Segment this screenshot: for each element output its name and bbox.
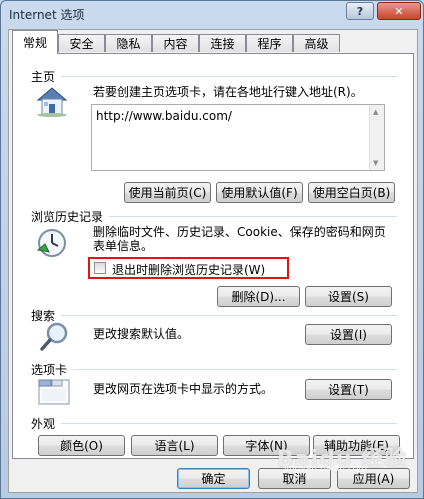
baidu-watermark-url: jingyan.baidu.com (284, 464, 368, 474)
use-blank-button[interactable]: 使用空白页(B) (308, 182, 395, 203)
history-clock-icon (36, 229, 66, 257)
search-separator (61, 315, 397, 316)
home-section-title: 主页 (31, 70, 56, 84)
scroll-down-icon[interactable]: ▼ (373, 159, 378, 167)
delete-on-exit-checkbox[interactable] (94, 262, 106, 274)
home-instruction: 若要创建主页选项卡，请在各地址行键入地址(R)。 (93, 85, 363, 99)
tabs-description: 更改网页在选项卡中显示的方式。 (93, 382, 274, 396)
internet-options-window: Internet 选项 ? ✕ 常规 安全 隐私 内容 连接 程序 高级 主页 (0, 0, 424, 499)
tab-general[interactable]: 常规 (12, 30, 58, 54)
title-bar[interactable]: Internet 选项 ? ✕ (1, 1, 423, 27)
textarea-scrollbar[interactable]: ▲ ▼ (369, 105, 384, 170)
history-description-line1: 删除临时文件、历史记录、Cookie、保存的密码和网页 (93, 225, 386, 239)
help-button[interactable]: ? (346, 2, 374, 20)
history-section-title: 浏览历史记录 (31, 210, 104, 224)
tab-advanced[interactable]: 高级 (293, 34, 340, 52)
history-separator (109, 216, 397, 217)
search-icon (40, 322, 68, 351)
home-icon (36, 87, 68, 117)
search-settings-button[interactable]: 设置(I) (305, 324, 392, 345)
tab-security[interactable]: 安全 (58, 34, 105, 52)
history-description-line2: 表单信息。 (93, 239, 154, 253)
general-tab-panel: 主页 若要创建主页选项卡，请在各地址行键入地址(R)。 http://www.b… (12, 53, 414, 459)
use-current-button[interactable]: 使用当前页(C) (124, 182, 211, 203)
tab-connections[interactable]: 连接 (199, 34, 246, 52)
home-url-value: http://www.baidu.com/ (96, 109, 232, 123)
help-icon: ? (356, 4, 364, 18)
languages-button[interactable]: 语言(L) (131, 435, 218, 456)
home-url-textarea[interactable]: http://www.baidu.com/ ▲ ▼ (91, 104, 385, 171)
ok-button[interactable]: 确定 (177, 468, 250, 489)
appearance-separator (61, 423, 397, 424)
tab-content[interactable]: 内容 (152, 34, 199, 52)
delete-history-button[interactable]: 删除(D)... (217, 286, 300, 307)
tab-programs[interactable]: 程序 (246, 34, 293, 52)
delete-on-exit-row[interactable]: 退出时删除浏览历史记录(W) (88, 258, 283, 278)
delete-on-exit-label[interactable]: 退出时删除浏览历史记录(W) (112, 261, 265, 278)
tabs-settings-button[interactable]: 设置(T) (305, 379, 392, 400)
window-title: Internet 选项 (9, 8, 85, 22)
close-button[interactable]: ✕ (377, 2, 421, 20)
history-settings-button[interactable]: 设置(S) (305, 286, 392, 307)
tab-privacy[interactable]: 隐私 (105, 34, 152, 52)
home-separator (61, 76, 397, 77)
tabs-icon (38, 379, 70, 405)
scroll-up-icon[interactable]: ▲ (373, 108, 378, 116)
appearance-section-title: 外观 (31, 417, 56, 431)
use-default-button[interactable]: 使用默认值(F) (216, 182, 303, 203)
tabs-separator (73, 369, 397, 370)
search-description: 更改搜索默认值。 (93, 327, 190, 341)
dialog-client-area: 常规 安全 隐私 内容 连接 程序 高级 主页 若要创建主页选项卡，请在各地址行… (8, 29, 418, 493)
colors-button[interactable]: 颜色(O) (38, 435, 125, 456)
close-icon: ✕ (394, 4, 404, 18)
